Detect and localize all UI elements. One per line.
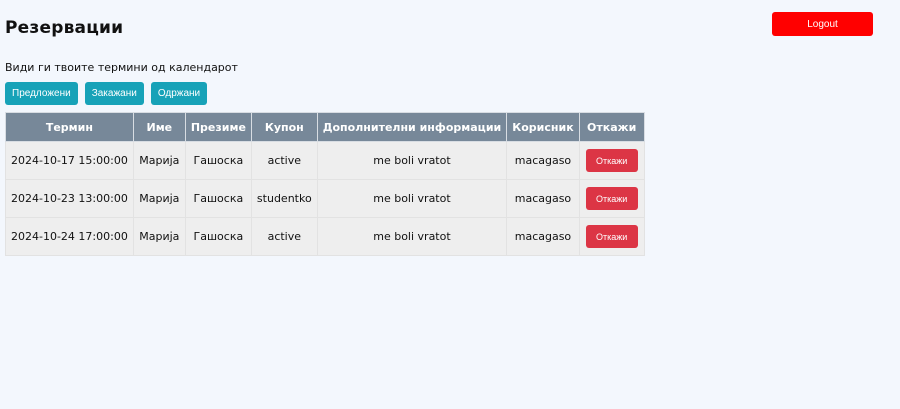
cell-name: Марија <box>132 179 186 218</box>
cell-user: macagaso <box>506 141 580 180</box>
cancel-reservation-button[interactable]: Откажи <box>585 187 638 210</box>
filter-bar: Предложени Закажани Одржани <box>5 82 208 105</box>
cell-term: 2024-10-24 17:00:00 <box>5 217 134 256</box>
header-name: Име <box>132 112 186 142</box>
cell-info: me boli vratot <box>316 141 508 180</box>
table-row: 2024-10-24 17:00:00 Марија Гашоска activ… <box>5 217 645 256</box>
cell-surname: Гашоска <box>184 179 252 218</box>
cell-term: 2024-10-23 13:00:00 <box>5 179 134 218</box>
header-coupon: Купон <box>250 112 318 142</box>
filter-scheduled-button[interactable]: Закажани <box>84 82 144 105</box>
cell-surname: Гашоска <box>184 141 252 180</box>
reservations-table: Термин Име Презиме Купон Дополнителни ин… <box>5 112 645 256</box>
cell-term: 2024-10-17 15:00:00 <box>5 141 134 180</box>
cell-info: me boli vratot <box>316 179 508 218</box>
cell-user: macagaso <box>506 217 580 256</box>
cell-coupon: active <box>250 217 318 256</box>
filter-held-button[interactable]: Одржани <box>150 82 208 105</box>
cell-name: Марија <box>132 141 186 180</box>
cancel-reservation-button[interactable]: Откажи <box>585 225 638 248</box>
cell-user: macagaso <box>506 179 580 218</box>
table-row: 2024-10-23 13:00:00 Марија Гашоска stude… <box>5 179 645 218</box>
header-surname: Презиме <box>184 112 252 142</box>
table-header-row: Термин Име Презиме Купон Дополнителни ин… <box>5 112 645 142</box>
header-info: Дополнителни информации <box>316 112 508 142</box>
logout-button[interactable]: Logout <box>772 12 873 36</box>
cell-coupon: active <box>250 141 318 180</box>
cancel-reservation-button[interactable]: Откажи <box>585 149 638 172</box>
cell-coupon: studentko <box>250 179 318 218</box>
cell-cancel: Откажи <box>578 217 645 256</box>
cell-info: me boli vratot <box>316 217 508 256</box>
cell-surname: Гашоска <box>184 217 252 256</box>
cell-cancel: Откажи <box>578 141 645 180</box>
page-subtitle: Види ги твоите термини од календарот <box>5 61 238 74</box>
filter-proposed-button[interactable]: Предложени <box>5 82 78 105</box>
page-title: Резервации <box>5 18 124 38</box>
header-user: Корисник <box>506 112 580 142</box>
header-cancel: Откажи <box>578 112 645 142</box>
cell-cancel: Откажи <box>578 179 645 218</box>
cell-name: Марија <box>132 217 186 256</box>
header-term: Термин <box>5 112 134 142</box>
table-row: 2024-10-17 15:00:00 Марија Гашоска activ… <box>5 141 645 180</box>
